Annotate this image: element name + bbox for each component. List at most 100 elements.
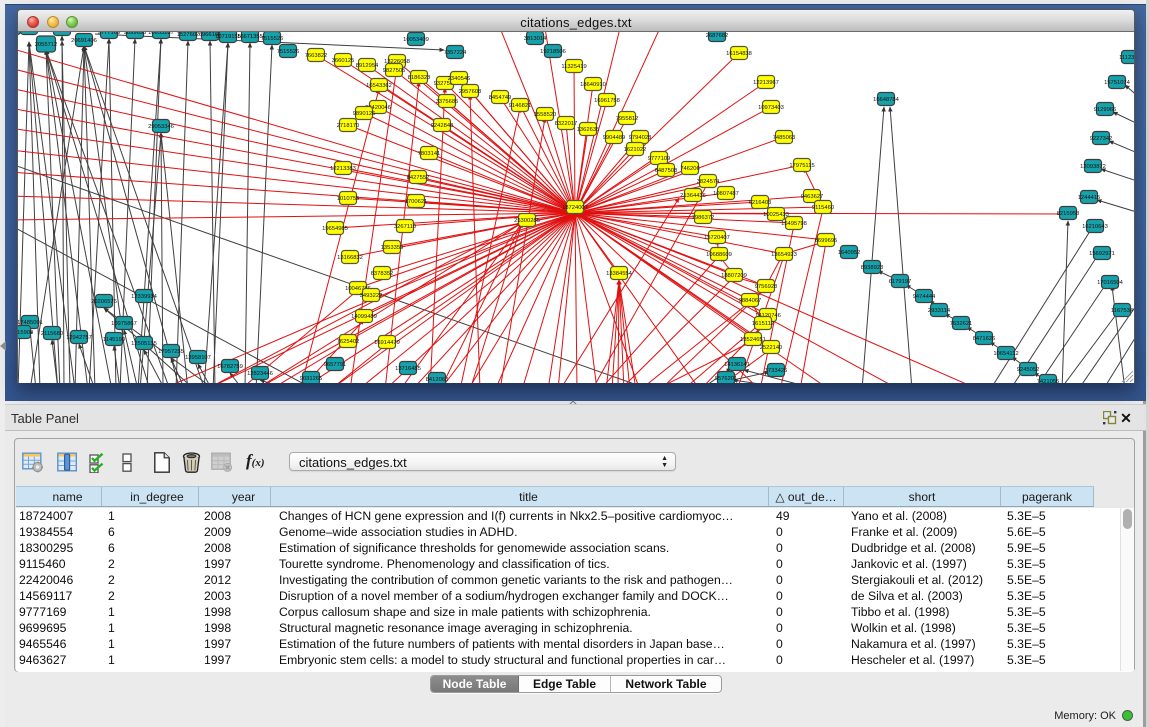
svg-text:9904489: 9904489 bbox=[603, 135, 626, 141]
svg-text:1353359: 1353359 bbox=[381, 245, 404, 251]
svg-text:7625402: 7625402 bbox=[337, 339, 360, 345]
svg-text:10975867: 10975867 bbox=[111, 321, 137, 327]
svg-text:16782759: 16782759 bbox=[217, 364, 243, 370]
svg-text:2522140: 2522140 bbox=[760, 345, 783, 351]
svg-text:9794028: 9794028 bbox=[629, 135, 652, 141]
svg-text:18724007: 18724007 bbox=[562, 205, 588, 211]
svg-text:21364436: 21364436 bbox=[680, 193, 706, 199]
svg-text:1558520: 1558520 bbox=[534, 112, 557, 118]
svg-text:7632621: 7632621 bbox=[950, 321, 973, 327]
svg-text:2687682: 2687682 bbox=[706, 33, 729, 39]
svg-text:9884067: 9884067 bbox=[739, 298, 762, 304]
svg-text:9245052: 9245052 bbox=[1017, 367, 1040, 373]
svg-text:9115460: 9115460 bbox=[812, 205, 834, 211]
svg-text:2718170: 2718170 bbox=[337, 123, 360, 129]
svg-text:13958107: 13958107 bbox=[185, 355, 211, 361]
svg-text:2055712: 2055712 bbox=[35, 42, 58, 48]
svg-text:13716485: 13716485 bbox=[395, 366, 421, 372]
svg-text:8322017: 8322017 bbox=[555, 121, 578, 127]
svg-text:8427552: 8427552 bbox=[407, 175, 430, 181]
svg-text:2933114: 2933114 bbox=[928, 308, 951, 314]
svg-text:13384554: 13384554 bbox=[606, 271, 633, 277]
svg-text:8412063: 8412063 bbox=[426, 377, 449, 383]
svg-text:10053409: 10053409 bbox=[403, 37, 429, 43]
svg-text:9756928: 9756928 bbox=[755, 284, 778, 290]
svg-text:9242848: 9242848 bbox=[431, 123, 454, 129]
svg-text:7515526: 7515526 bbox=[277, 49, 300, 55]
svg-text:16648784: 16648784 bbox=[873, 97, 900, 103]
svg-text:17957255: 17957255 bbox=[158, 349, 184, 355]
svg-text:1010755: 1010755 bbox=[337, 196, 360, 202]
svg-text:12823446: 12823446 bbox=[247, 371, 273, 377]
svg-text:3375685: 3375685 bbox=[436, 99, 459, 105]
svg-text:6699695: 6699695 bbox=[815, 238, 838, 244]
svg-text:10688609: 10688609 bbox=[706, 252, 732, 258]
svg-text:15751074: 15751074 bbox=[1104, 80, 1131, 86]
svg-text:16671355: 16671355 bbox=[237, 34, 263, 40]
svg-text:8912954: 8912954 bbox=[356, 63, 379, 69]
svg-text:13166832: 13166832 bbox=[337, 255, 363, 261]
svg-text:1527602: 1527602 bbox=[177, 32, 200, 38]
svg-text:14099489: 14099489 bbox=[351, 314, 377, 320]
svg-text:9576201: 9576201 bbox=[715, 376, 738, 382]
svg-text:9146821: 9146821 bbox=[509, 103, 532, 109]
svg-text:17975115: 17975115 bbox=[789, 163, 814, 169]
svg-text:8471626: 8471626 bbox=[973, 336, 996, 342]
svg-text:12339934: 12339934 bbox=[131, 294, 158, 300]
svg-text:7955812: 7955812 bbox=[616, 116, 639, 122]
svg-text:3660125: 3660125 bbox=[332, 58, 355, 64]
svg-text:19654985: 19654985 bbox=[322, 226, 348, 232]
svg-text:16210643: 16210643 bbox=[1082, 224, 1108, 230]
svg-text:3493222: 3493222 bbox=[360, 293, 383, 299]
svg-text:1167534: 1167534 bbox=[1111, 308, 1134, 314]
svg-text:1700621: 1700621 bbox=[405, 199, 428, 205]
svg-text:3824574: 3824574 bbox=[697, 179, 720, 185]
svg-text:7986372: 7986372 bbox=[692, 215, 715, 221]
svg-text:13654923: 13654923 bbox=[771, 252, 797, 258]
svg-text:17016504: 17016504 bbox=[1097, 280, 1124, 286]
svg-text:9699695: 9699695 bbox=[124, 32, 147, 36]
svg-text:9031265: 9031265 bbox=[300, 376, 323, 382]
svg-text:14136141: 14136141 bbox=[724, 362, 750, 368]
svg-text:7515526: 7515526 bbox=[261, 36, 284, 42]
svg-text:9463627: 9463627 bbox=[801, 194, 824, 200]
svg-text:2957608: 2957608 bbox=[459, 89, 482, 95]
svg-text:15720407: 15720407 bbox=[704, 235, 730, 241]
svg-text:10653287: 10653287 bbox=[148, 32, 174, 36]
svg-text:3915900: 3915900 bbox=[18, 330, 33, 336]
svg-text:16914479: 16914479 bbox=[374, 340, 400, 346]
svg-text:1112387: 1112387 bbox=[1119, 55, 1134, 61]
svg-text:12213383: 12213383 bbox=[330, 166, 356, 172]
svg-text:15692971: 15692971 bbox=[1089, 251, 1115, 257]
svg-text:15495798: 15495798 bbox=[781, 221, 807, 227]
svg-text:9777109: 9777109 bbox=[648, 156, 671, 162]
svg-text:9474444: 9474444 bbox=[913, 294, 936, 300]
svg-text:10654112: 10654112 bbox=[993, 351, 1018, 357]
svg-text:12505135: 12505135 bbox=[131, 341, 157, 347]
svg-text:10807487: 10807487 bbox=[713, 191, 739, 197]
svg-text:6487508: 6487508 bbox=[655, 168, 678, 174]
svg-text:8215958: 8215958 bbox=[1057, 211, 1080, 217]
svg-text:12942757: 12942757 bbox=[66, 335, 92, 341]
svg-text:11325419: 11325419 bbox=[561, 64, 586, 70]
svg-text:1145190: 1145190 bbox=[103, 337, 125, 343]
svg-text:7357224: 7357224 bbox=[444, 50, 467, 56]
svg-text:19218506: 19218506 bbox=[540, 49, 566, 55]
svg-text:1733426: 1733426 bbox=[765, 368, 788, 374]
svg-text:18640910: 18640910 bbox=[580, 82, 606, 88]
svg-text:1615112: 1615112 bbox=[752, 321, 774, 327]
svg-text:18807209: 18807209 bbox=[721, 273, 747, 279]
svg-text:1621022: 1621022 bbox=[624, 147, 647, 153]
svg-text:8186323: 8186323 bbox=[408, 75, 431, 81]
svg-text:20691406: 20691406 bbox=[71, 38, 97, 44]
svg-text:2340546: 2340546 bbox=[448, 76, 471, 82]
svg-text:29053346: 29053346 bbox=[148, 124, 174, 130]
svg-text:1640952: 1640952 bbox=[838, 250, 861, 256]
svg-text:9657791: 9657791 bbox=[324, 362, 347, 368]
svg-text:10025433: 10025433 bbox=[763, 212, 789, 218]
svg-text:3267110: 3267110 bbox=[394, 224, 416, 230]
svg-text:12093872: 12093872 bbox=[1080, 164, 1106, 170]
svg-text:7803141: 7803141 bbox=[418, 151, 441, 157]
svg-text:746206: 746206 bbox=[680, 166, 699, 172]
svg-text:9463627: 9463627 bbox=[51, 32, 74, 33]
